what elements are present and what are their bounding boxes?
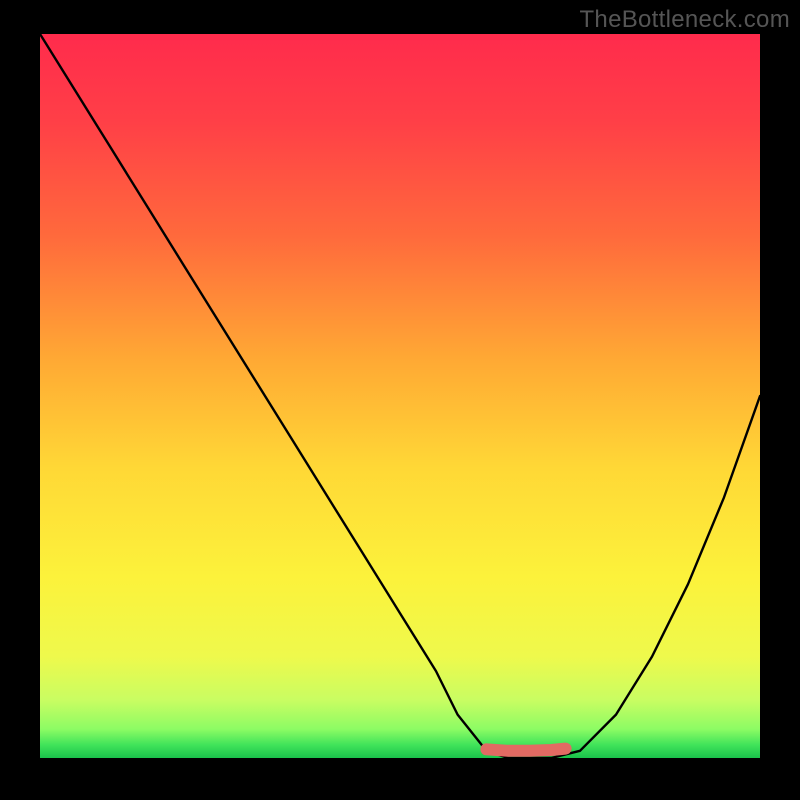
watermark-text: TheBottleneck.com — [579, 6, 790, 34]
plot-area — [40, 34, 760, 758]
curve-svg — [40, 34, 760, 758]
chart-frame: TheBottleneck.com — [0, 0, 800, 800]
flat-highlight-path — [486, 749, 565, 751]
bottleneck-curve-path — [40, 34, 760, 758]
